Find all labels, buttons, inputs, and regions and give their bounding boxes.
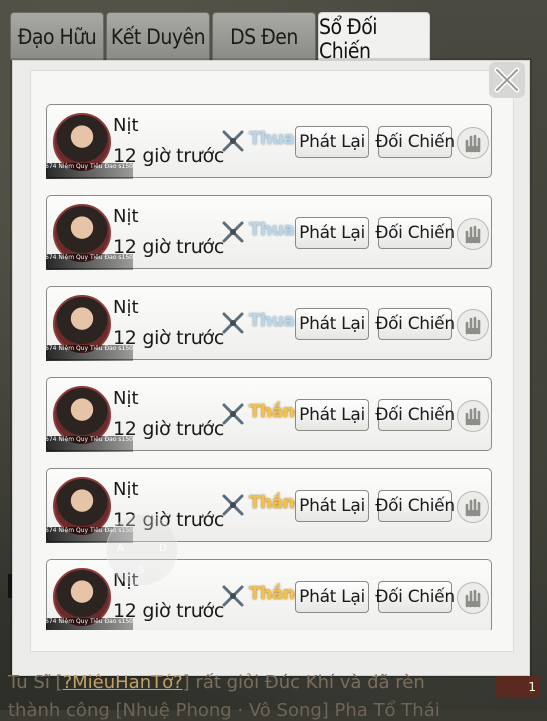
badge-count: 1	[528, 680, 536, 694]
tab-ds-den[interactable]: DS Đen	[212, 12, 316, 60]
replay-button[interactable]: Phát Lại	[295, 126, 369, 158]
joystick-key-s: S	[138, 565, 145, 576]
challenge-button[interactable]: Đối Chiến	[375, 308, 455, 340]
crossed-swords-icon	[222, 494, 244, 516]
tab-dao-huu[interactable]: Đạo Hữu	[10, 12, 104, 60]
opponent-name: Nịt	[113, 388, 139, 409]
hand-icon	[465, 225, 481, 244]
like-button[interactable]	[457, 309, 489, 341]
opponent-name: Nịt	[113, 115, 139, 136]
challenge-button[interactable]: Đối Chiến	[375, 217, 455, 249]
record-time: 12 giờ trước	[113, 145, 224, 167]
joystick-key-a: A	[117, 543, 124, 554]
hand-icon	[465, 589, 481, 608]
tab-ket-duyen[interactable]: Kết Duyên	[106, 12, 210, 60]
battle-record-row: 674 Niệm Quy Tiêu Đao s150 Nịt 12 giờ tr…	[46, 104, 492, 179]
tab-so-doi-chien[interactable]: Sổ Đối Chiến	[318, 12, 430, 64]
crossed-swords-icon	[222, 221, 244, 243]
hand-icon	[465, 407, 481, 426]
record-time: 12 giờ trước	[113, 236, 224, 258]
opponent-name: Nịt	[113, 206, 139, 227]
battle-result: Thua	[249, 129, 295, 149]
hand-icon	[465, 134, 481, 153]
replay-button[interactable]: Phát Lại	[295, 490, 369, 522]
chat-suffix: ] rất giỏi Đúc Khí và đã rèn	[182, 672, 425, 693]
record-time: 12 giờ trước	[113, 418, 224, 440]
tab-bar: Đạo Hữu Kết Duyên DS Đen Sổ Đối Chiến	[10, 12, 430, 64]
battle-record-row: 674 Niệm Quy Tiêu Đao s150 Nịt 12 giờ tr…	[46, 377, 492, 452]
record-time: 12 giờ trước	[113, 327, 224, 349]
battle-record-row: 674 Niệm Quy Tiêu Đao s150 Nịt 12 giờ tr…	[46, 286, 492, 361]
virtual-joystick[interactable]: A D S	[106, 514, 178, 586]
like-button[interactable]	[457, 127, 489, 159]
crossed-swords-icon	[222, 130, 244, 152]
battle-record-row: 674 Niệm Quy Tiêu Đao s150 Nịt 12 giờ tr…	[46, 195, 492, 270]
crossed-swords-icon	[222, 585, 244, 607]
chat-player-link[interactable]: ?MiêuHanTớ?	[63, 672, 183, 693]
record-time: 12 giờ trước	[113, 600, 224, 622]
opponent-name: Nịt	[113, 297, 139, 318]
like-button[interactable]	[457, 400, 489, 432]
chat-badge[interactable]: 1	[496, 676, 540, 698]
crossed-swords-icon	[222, 403, 244, 425]
chat-message-line2: thành công [Nhuệ Phong · Vô Song] Pha Tổ…	[8, 700, 440, 721]
like-button[interactable]	[457, 582, 489, 614]
challenge-button[interactable]: Đối Chiến	[375, 126, 455, 158]
opponent-name: Nịt	[113, 479, 139, 500]
close-icon	[494, 67, 520, 93]
replay-button[interactable]: Phát Lại	[295, 581, 369, 613]
replay-button[interactable]: Phát Lại	[295, 217, 369, 249]
challenge-button[interactable]: Đối Chiến	[375, 490, 455, 522]
battle-result: Thua	[249, 311, 295, 331]
like-button[interactable]	[457, 218, 489, 250]
hand-icon	[465, 498, 481, 517]
chat-prefix: Tu Sĩ [	[8, 672, 63, 693]
close-button[interactable]	[489, 62, 525, 98]
challenge-button[interactable]: Đối Chiến	[375, 399, 455, 431]
chat-message: Tu Sĩ [?MiêuHanTớ?] rất giỏi Đúc Khí và …	[8, 672, 425, 693]
replay-button[interactable]: Phát Lại	[295, 308, 369, 340]
like-button[interactable]	[457, 491, 489, 523]
crossed-swords-icon	[222, 312, 244, 334]
side-marker	[8, 574, 12, 598]
battle-result: Thua	[249, 220, 295, 240]
replay-button[interactable]: Phát Lại	[295, 399, 369, 431]
joystick-key-d: D	[159, 543, 167, 554]
challenge-button[interactable]: Đối Chiến	[375, 581, 455, 613]
hand-icon	[465, 316, 481, 335]
